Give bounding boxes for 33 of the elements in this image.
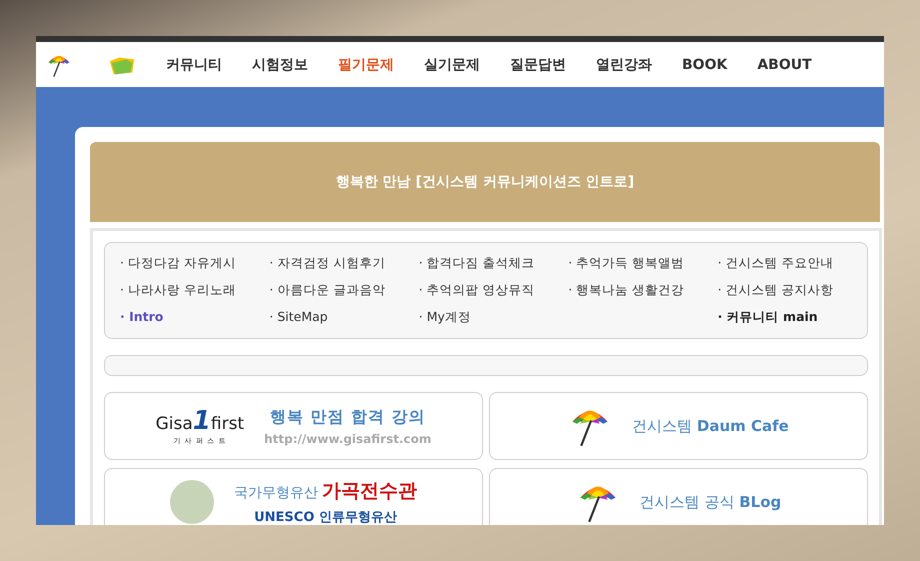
card-title: 국가무형유산 가곡전수관 [234,479,418,504]
nav-link[interactable]: ABOUT [757,56,812,72]
nav-link[interactable]: 열린강좌 [596,56,652,74]
nav-link[interactable]: BOOK [682,56,728,72]
link-card[interactable]: 건시스템 Daum Cafe [489,392,868,460]
menu-link[interactable]: · 아름다운 글과음악 [269,282,419,299]
menu-link[interactable]: · 건시스템 주요안내 [718,255,867,272]
card-title: 건시스템 공식 BLog [640,492,782,512]
card-title: 행복 만점 합격 강의 [270,406,426,428]
nav-link[interactable]: 필기문제 [338,56,394,74]
banner-title: 행복한 만남 [건시스템 커뮤니케이션즈 인트로] [336,173,634,191]
link-card[interactable]: 국가무형유산 가곡전수관 UNESCO 인류무형유산 [104,468,483,525]
nav-link[interactable]: 실기문제 [424,56,480,74]
menu-link[interactable]: · 나라사랑 우리노래 [120,282,270,299]
card-title: 건시스템 Daum Cafe [632,416,789,436]
menu-link[interactable]: · 추억가득 행복앨범 [568,255,718,272]
nav-link[interactable]: 시험정보 [252,56,308,74]
menu-link[interactable]: · 건시스템 공지사항 [718,282,867,299]
menu-link[interactable]: · 행복나눔 생활건강 [568,282,718,299]
avatar-placeholder [170,480,214,524]
menu-link[interactable]: · 다정다감 자유게시 [120,255,270,272]
menu-link[interactable]: · 커뮤니티 main [718,309,867,326]
menu-link[interactable]: · Intro [120,309,270,324]
card-url: http://www.gisafirst.com [264,432,432,446]
menu-link[interactable]: · SiteMap [269,309,419,324]
menu-link[interactable]: · My계정 [418,309,568,326]
menu-link[interactable]: · 추억의팝 영상뮤직 [418,282,568,299]
menu-link[interactable]: · 자격검정 시험후기 [269,255,419,272]
nav-link[interactable]: 질문답변 [510,56,566,74]
menu-link[interactable]: · 합격다짐 출석체크 [418,255,568,272]
link-card[interactable]: 건시스템 공식 BLog [489,468,868,525]
nav-link[interactable]: 커뮤니티 [166,56,222,74]
card-subtitle: UNESCO 인류무형유산 [254,509,397,525]
